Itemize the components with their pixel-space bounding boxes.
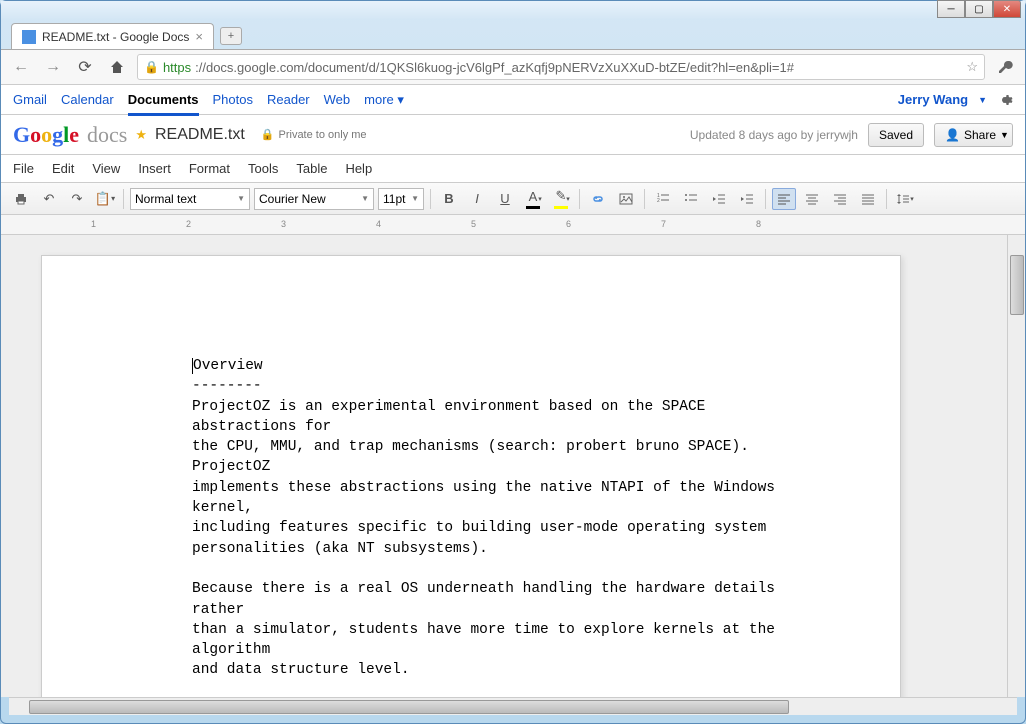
doc-title[interactable]: README.txt xyxy=(155,126,245,144)
lock-icon: 🔒 xyxy=(261,128,275,141)
tab-title: README.txt - Google Docs xyxy=(42,30,189,44)
ruler[interactable]: 1 2 3 4 5 6 7 8 xyxy=(1,215,1025,235)
share-dropdown-button[interactable]: ▼ xyxy=(997,123,1013,147)
service-link-photos[interactable]: Photos xyxy=(213,92,253,107)
browser-tab-strip: README.txt - Google Docs × + xyxy=(1,19,1025,49)
image-button[interactable] xyxy=(614,188,638,210)
updated-text: Updated 8 days ago by jerrywjh xyxy=(690,128,858,142)
indent-button[interactable] xyxy=(735,188,759,210)
service-link-web[interactable]: Web xyxy=(324,92,351,107)
link-button[interactable] xyxy=(586,188,610,210)
doc-privacy[interactable]: 🔒 Private to only me xyxy=(261,128,367,141)
menu-view[interactable]: View xyxy=(92,161,120,176)
reload-button[interactable]: ⟳ xyxy=(73,55,97,79)
browser-toolbar: ← → ⟳ 🔒 https ://docs.google.com/documen… xyxy=(1,49,1025,85)
window-maximize-button[interactable]: ▢ xyxy=(965,0,993,18)
menu-format[interactable]: Format xyxy=(189,161,230,176)
menu-tools[interactable]: Tools xyxy=(248,161,278,176)
address-bar[interactable]: 🔒 https ://docs.google.com/document/d/1Q… xyxy=(137,54,985,80)
menu-file[interactable]: File xyxy=(13,161,34,176)
star-icon[interactable]: ★ xyxy=(135,127,147,143)
font-select[interactable]: Courier New▼ xyxy=(254,188,374,210)
svg-text:2: 2 xyxy=(657,198,660,204)
horizontal-scrollbar[interactable] xyxy=(9,697,1017,715)
highlight-button[interactable]: ✎▾ xyxy=(549,188,573,210)
underline-button[interactable]: U xyxy=(493,188,517,210)
document-page[interactable]: Overview -------- ProjectOZ is an experi… xyxy=(41,255,901,697)
url-scheme: https xyxy=(163,60,191,75)
home-button[interactable] xyxy=(105,55,129,79)
back-button[interactable]: ← xyxy=(9,55,33,79)
window-close-button[interactable]: ✕ xyxy=(993,0,1021,18)
align-left-button[interactable] xyxy=(772,188,796,210)
numbered-list-button[interactable]: 12 xyxy=(651,188,675,210)
user-name[interactable]: Jerry Wang xyxy=(898,92,968,107)
menu-edit[interactable]: Edit xyxy=(52,161,74,176)
vertical-scrollbar[interactable] xyxy=(1007,235,1025,697)
undo-button[interactable]: ↶ xyxy=(37,188,61,210)
close-icon[interactable]: × xyxy=(195,29,203,44)
saved-button[interactable]: Saved xyxy=(868,123,924,147)
google-logo[interactable]: Google xyxy=(13,122,79,148)
url-rest: ://docs.google.com/document/d/1QKSl6kuog… xyxy=(195,60,794,75)
document-icon xyxy=(22,30,36,44)
format-toolbar: ↶ ↷ 📋▾ Normal text▼ Courier New▼ 11pt▼ B… xyxy=(1,183,1025,215)
service-link-calendar[interactable]: Calendar xyxy=(61,92,114,107)
menu-table[interactable]: Table xyxy=(296,161,327,176)
outdent-button[interactable] xyxy=(707,188,731,210)
scrollbar-thumb[interactable] xyxy=(1010,255,1024,315)
text-color-button[interactable]: A▾ xyxy=(521,188,545,210)
line-spacing-button[interactable]: ▾ xyxy=(893,188,917,210)
align-right-button[interactable] xyxy=(828,188,852,210)
bookmark-star-icon[interactable]: ☆ xyxy=(966,59,978,75)
forward-button[interactable]: → xyxy=(41,55,65,79)
align-center-button[interactable] xyxy=(800,188,824,210)
font-size-select[interactable]: 11pt▼ xyxy=(378,188,424,210)
gear-icon[interactable] xyxy=(997,92,1013,108)
document-area: Overview -------- ProjectOZ is an experi… xyxy=(1,235,1025,697)
menu-insert[interactable]: Insert xyxy=(138,161,171,176)
lock-icon: 🔒 xyxy=(144,60,159,74)
bullet-list-button[interactable] xyxy=(679,188,703,210)
bold-button[interactable]: B xyxy=(437,188,461,210)
italic-button[interactable]: I xyxy=(465,188,489,210)
window-minimize-button[interactable]: ─ xyxy=(937,0,965,18)
browser-tab[interactable]: README.txt - Google Docs × xyxy=(11,23,214,49)
services-more-dropdown[interactable]: more ▾ xyxy=(364,92,404,108)
document-content[interactable]: Overview -------- ProjectOZ is an experi… xyxy=(192,356,800,681)
print-button[interactable] xyxy=(9,188,33,210)
redo-button[interactable]: ↷ xyxy=(65,188,89,210)
google-services-bar: Gmail Calendar Documents Photos Reader W… xyxy=(1,85,1025,115)
person-icon: 👤 xyxy=(945,128,960,142)
align-justify-button[interactable] xyxy=(856,188,880,210)
service-link-reader[interactable]: Reader xyxy=(267,92,310,107)
clipboard-button[interactable]: 📋▾ xyxy=(93,188,117,210)
service-link-gmail[interactable]: Gmail xyxy=(13,92,47,107)
scrollbar-thumb[interactable] xyxy=(29,700,789,714)
user-dropdown-icon[interactable]: ▼ xyxy=(978,95,987,105)
window-titlebar: ─ ▢ ✕ xyxy=(1,1,1025,19)
new-tab-button[interactable]: + xyxy=(220,27,242,45)
menu-bar: File Edit View Insert Format Tools Table… xyxy=(1,155,1025,183)
paragraph-style-select[interactable]: Normal text▼ xyxy=(130,188,250,210)
docs-logo: docs xyxy=(87,122,127,148)
wrench-icon[interactable] xyxy=(993,55,1017,79)
menu-help[interactable]: Help xyxy=(345,161,372,176)
doc-header: Google docs ★ README.txt 🔒 Private to on… xyxy=(1,115,1025,155)
service-link-documents[interactable]: Documents xyxy=(128,92,199,116)
